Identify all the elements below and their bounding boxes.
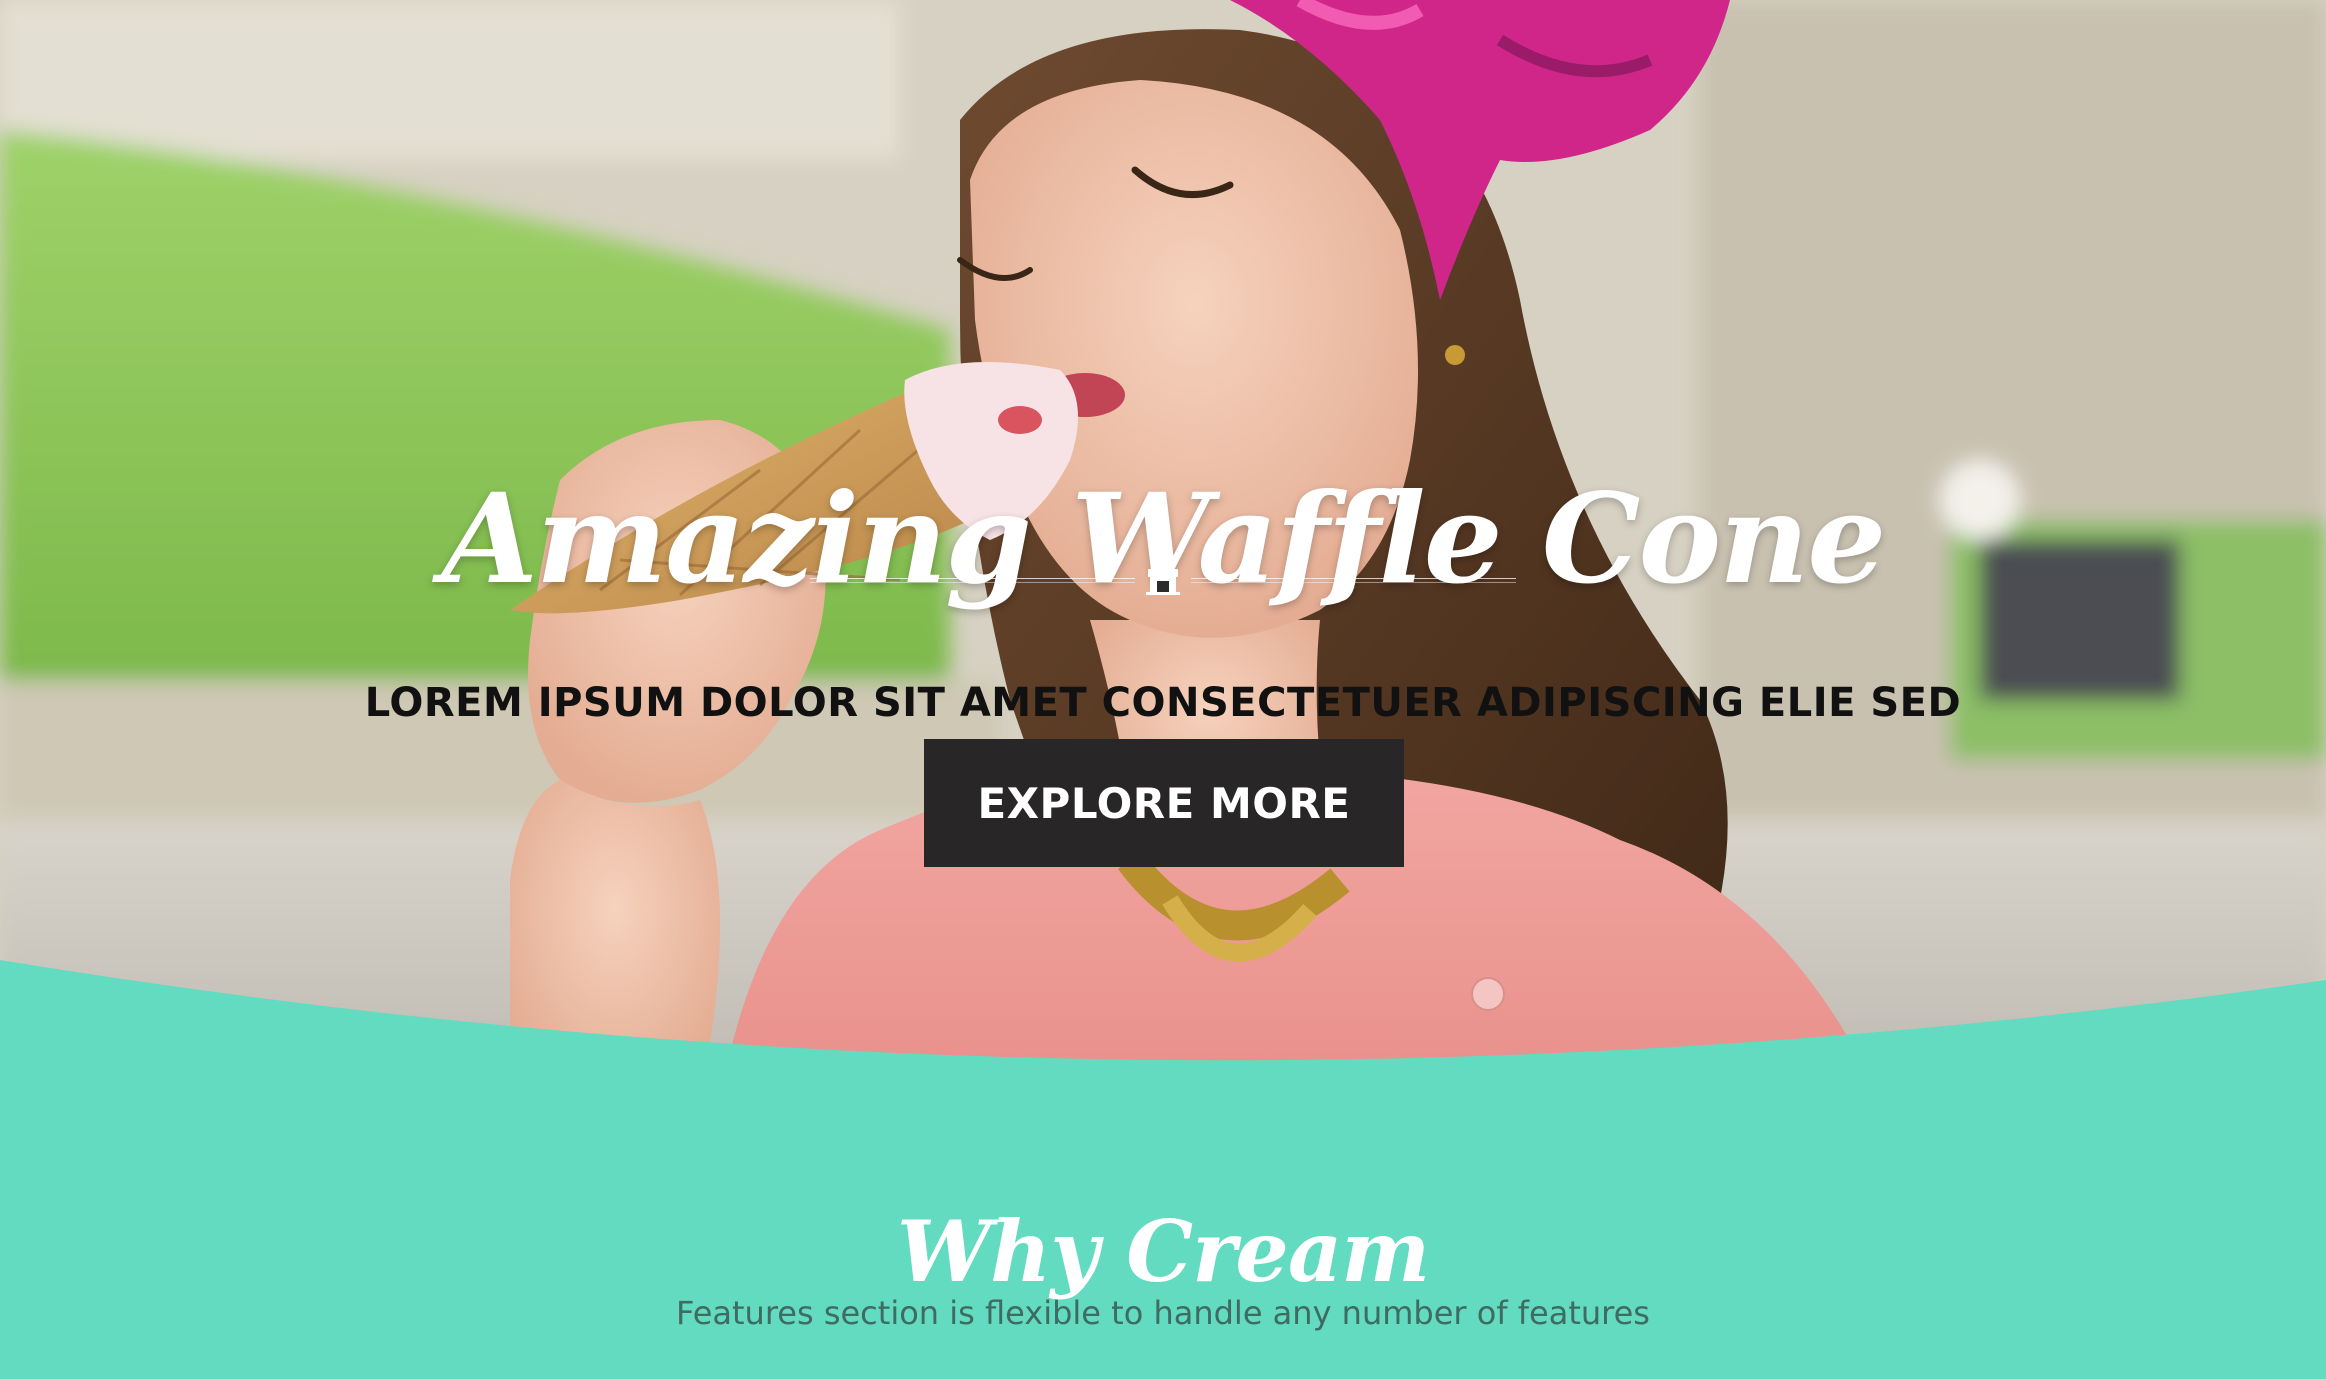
explore-more-button[interactable]: EXPLORE MORE [924,739,1404,867]
divider-line-right [1191,578,1516,579]
landing-page: Amazing Waffle Cone LOREM IPSUM DOLOR SI… [0,0,2326,1379]
hero-subtitle: LOREM IPSUM DOLOR SIT AMET CONSECTETUER … [364,680,1962,726]
features-subtitle: Features section is flexible to handle a… [676,1294,1650,1332]
shop-icon [1146,569,1180,595]
hero-divider [810,566,1516,596]
hero-section: Amazing Waffle Cone LOREM IPSUM DOLOR SI… [0,0,2326,1100]
divider-line-left [810,578,1135,579]
features-title: Why Cream [896,1201,1430,1301]
section-wave-divider [0,960,2326,1120]
